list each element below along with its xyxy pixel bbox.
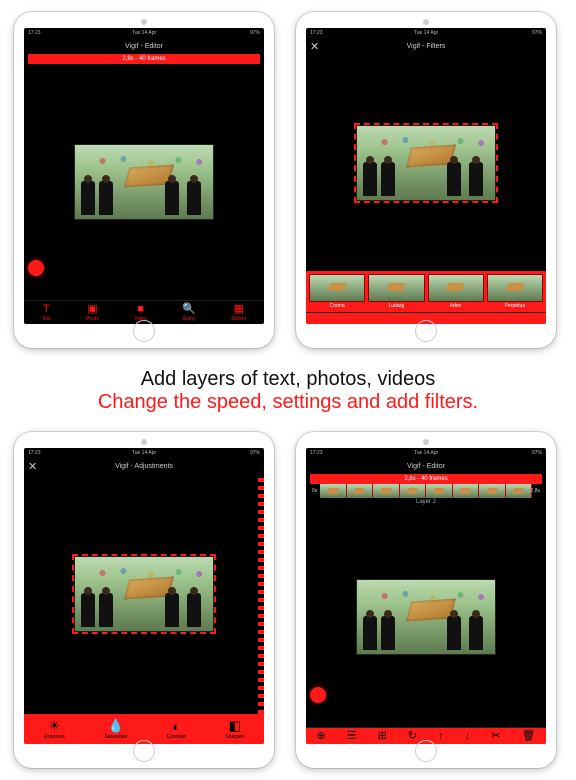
plus-icon: ⊕ <box>317 731 326 742</box>
filter-strip: Crema Ludwig Aden Perpetua <box>306 271 546 312</box>
video-icon: ■ <box>137 304 144 315</box>
screen-title: Vigif - Filters <box>407 43 446 50</box>
crop-edge[interactable] <box>258 474 264 714</box>
filter-aden[interactable]: Aden <box>428 274 484 309</box>
layer-label[interactable]: Layer 2 <box>306 498 546 506</box>
trash-icon: 🗑 <box>521 731 535 742</box>
adjust-toolbar: ☀Exposure 💧Saturation ◐Contrast ◧Sharpen <box>24 714 264 744</box>
layer-toolbar: ⊕ ☰ ⊞ ↻ ↑ ↓ ✂ 🗑 <box>306 727 546 744</box>
caption-line2: Change the speed, settings and add filte… <box>14 391 562 414</box>
time-start: 0s <box>312 488 317 494</box>
adjust-exposure[interactable]: ☀Exposure <box>44 718 65 740</box>
status-battery: 97% <box>250 30 260 36</box>
ipad-editor: 17:23 Tue 14 Apr 97% Vigif - Editor 2,8s… <box>14 12 274 348</box>
promo-caption: Add layers of text, photos, videos Chang… <box>14 356 562 424</box>
adjust-contrast[interactable]: ◐Contrast <box>167 719 186 740</box>
tool-label: Photo <box>86 316 99 322</box>
title-bar: Vigif - Editor <box>306 458 546 474</box>
title-bar: ✕ Vigif - Adjustments <box>24 458 264 474</box>
contrast-icon: ◐ <box>172 719 180 734</box>
status-bar: 17:23 Tue 14 Apr 97% <box>24 28 264 38</box>
timeline[interactable]: 0s 2,8s <box>310 484 542 498</box>
tool-add[interactable]: ⊕ <box>317 731 326 742</box>
tool-label: Text <box>42 316 51 322</box>
tool-label: Sticker <box>231 316 246 322</box>
ipad-filters: 17:23 Tue 14 Apr 97% ✕ Vigif - Filters C… <box>296 12 556 348</box>
add-fab[interactable] <box>310 687 326 703</box>
tool-video[interactable]: ■Video <box>134 304 147 322</box>
tool-delete[interactable]: 🗑 <box>521 731 535 742</box>
preview-image[interactable] <box>356 125 496 201</box>
tool-label: Giphy <box>182 316 195 322</box>
adjust-sharpen[interactable]: ◧Sharpen <box>225 718 244 740</box>
down-icon: ↓ <box>465 731 471 742</box>
canvas[interactable] <box>306 54 546 271</box>
search-icon: 🔍 <box>182 304 196 315</box>
timeline-track[interactable] <box>320 484 532 498</box>
tool-grid[interactable]: ⊞ <box>378 731 387 742</box>
tool-photo[interactable]: ▣Photo <box>86 304 99 322</box>
up-icon: ↑ <box>438 731 444 742</box>
status-bar: 17:23 Tue 14 Apr 97% <box>306 448 546 458</box>
timeline-summary[interactable]: 2,8s - 40 frames <box>28 54 260 64</box>
tool-down[interactable]: ↓ <box>465 731 471 742</box>
filter-footer <box>306 312 546 324</box>
scissors-icon: ✂ <box>491 731 500 742</box>
status-time: 17:23 <box>28 30 41 36</box>
list-icon: ☰ <box>347 731 357 742</box>
tool-giphy[interactable]: 🔍Giphy <box>182 304 196 322</box>
timeline-summary[interactable]: 2,8s - 40 frames <box>310 474 542 484</box>
tool-label: Video <box>134 316 147 322</box>
canvas[interactable] <box>306 506 546 727</box>
filter-crema[interactable]: Crema <box>309 274 365 309</box>
canvas[interactable] <box>24 64 264 300</box>
tool-text[interactable]: TText <box>42 304 51 322</box>
close-button[interactable]: ✕ <box>310 38 319 54</box>
preview-image[interactable] <box>74 144 214 220</box>
status-bar: 17:23 Tue 14 Apr 97% <box>306 28 546 38</box>
ipad-layers: 17:23 Tue 14 Apr 97% Vigif - Editor 2,8s… <box>296 432 556 768</box>
tool-cut[interactable]: ✂ <box>491 731 500 742</box>
filter-perpetua[interactable]: Perpetua <box>487 274 543 309</box>
title-bar: Vigif - Editor <box>24 38 264 54</box>
rotate-icon: ↻ <box>408 731 417 742</box>
title-bar: ✕ Vigif - Filters <box>306 38 546 54</box>
status-date: Tue 14 Apr <box>132 30 156 36</box>
close-button[interactable]: ✕ <box>28 458 37 474</box>
screen-layers: 17:23 Tue 14 Apr 97% Vigif - Editor 2,8s… <box>306 448 546 744</box>
screen-title: Vigif - Adjustments <box>115 463 173 470</box>
tool-rotate[interactable]: ↻ <box>408 731 417 742</box>
sharpen-icon: ◧ <box>229 718 241 734</box>
preview-image[interactable] <box>74 556 214 632</box>
caption-line1: Add layers of text, photos, videos <box>14 368 562 391</box>
add-fab[interactable] <box>28 260 44 276</box>
screen-editor: 17:23 Tue 14 Apr 97% Vigif - Editor 2,8s… <box>24 28 264 324</box>
status-bar: 17:23 Tue 14 Apr 97% <box>24 448 264 458</box>
screen-title: Vigif - Editor <box>125 43 163 50</box>
screen-filters: 17:23 Tue 14 Apr 97% ✕ Vigif - Filters C… <box>306 28 546 324</box>
ipad-adjustments: 17:23 Tue 14 Apr 97% ✕ Vigif - Adjustmen… <box>14 432 274 768</box>
screen-title: Vigif - Editor <box>407 463 445 470</box>
drop-icon: 💧 <box>108 718 124 734</box>
sticker-icon: ▦ <box>234 304 244 315</box>
preview-image[interactable] <box>356 579 496 655</box>
sun-icon: ☀ <box>49 718 61 734</box>
canvas[interactable] <box>24 474 264 714</box>
filter-ludwig[interactable]: Ludwig <box>368 274 424 309</box>
adjust-saturation[interactable]: 💧Saturation <box>104 718 127 740</box>
time-end: 2,8s <box>531 488 540 494</box>
grid-icon: ⊞ <box>378 731 387 742</box>
tool-sticker[interactable]: ▦Sticker <box>231 304 246 322</box>
screen-adjustments: 17:23 Tue 14 Apr 97% ✕ Vigif - Adjustmen… <box>24 448 264 744</box>
tool-list[interactable]: ☰ <box>347 731 357 742</box>
photo-icon: ▣ <box>87 304 97 315</box>
bottom-toolbar: TText ▣Photo ■Video 🔍Giphy ▦Sticker <box>24 300 264 324</box>
text-icon: T <box>43 304 50 315</box>
tool-up[interactable]: ↑ <box>438 731 444 742</box>
